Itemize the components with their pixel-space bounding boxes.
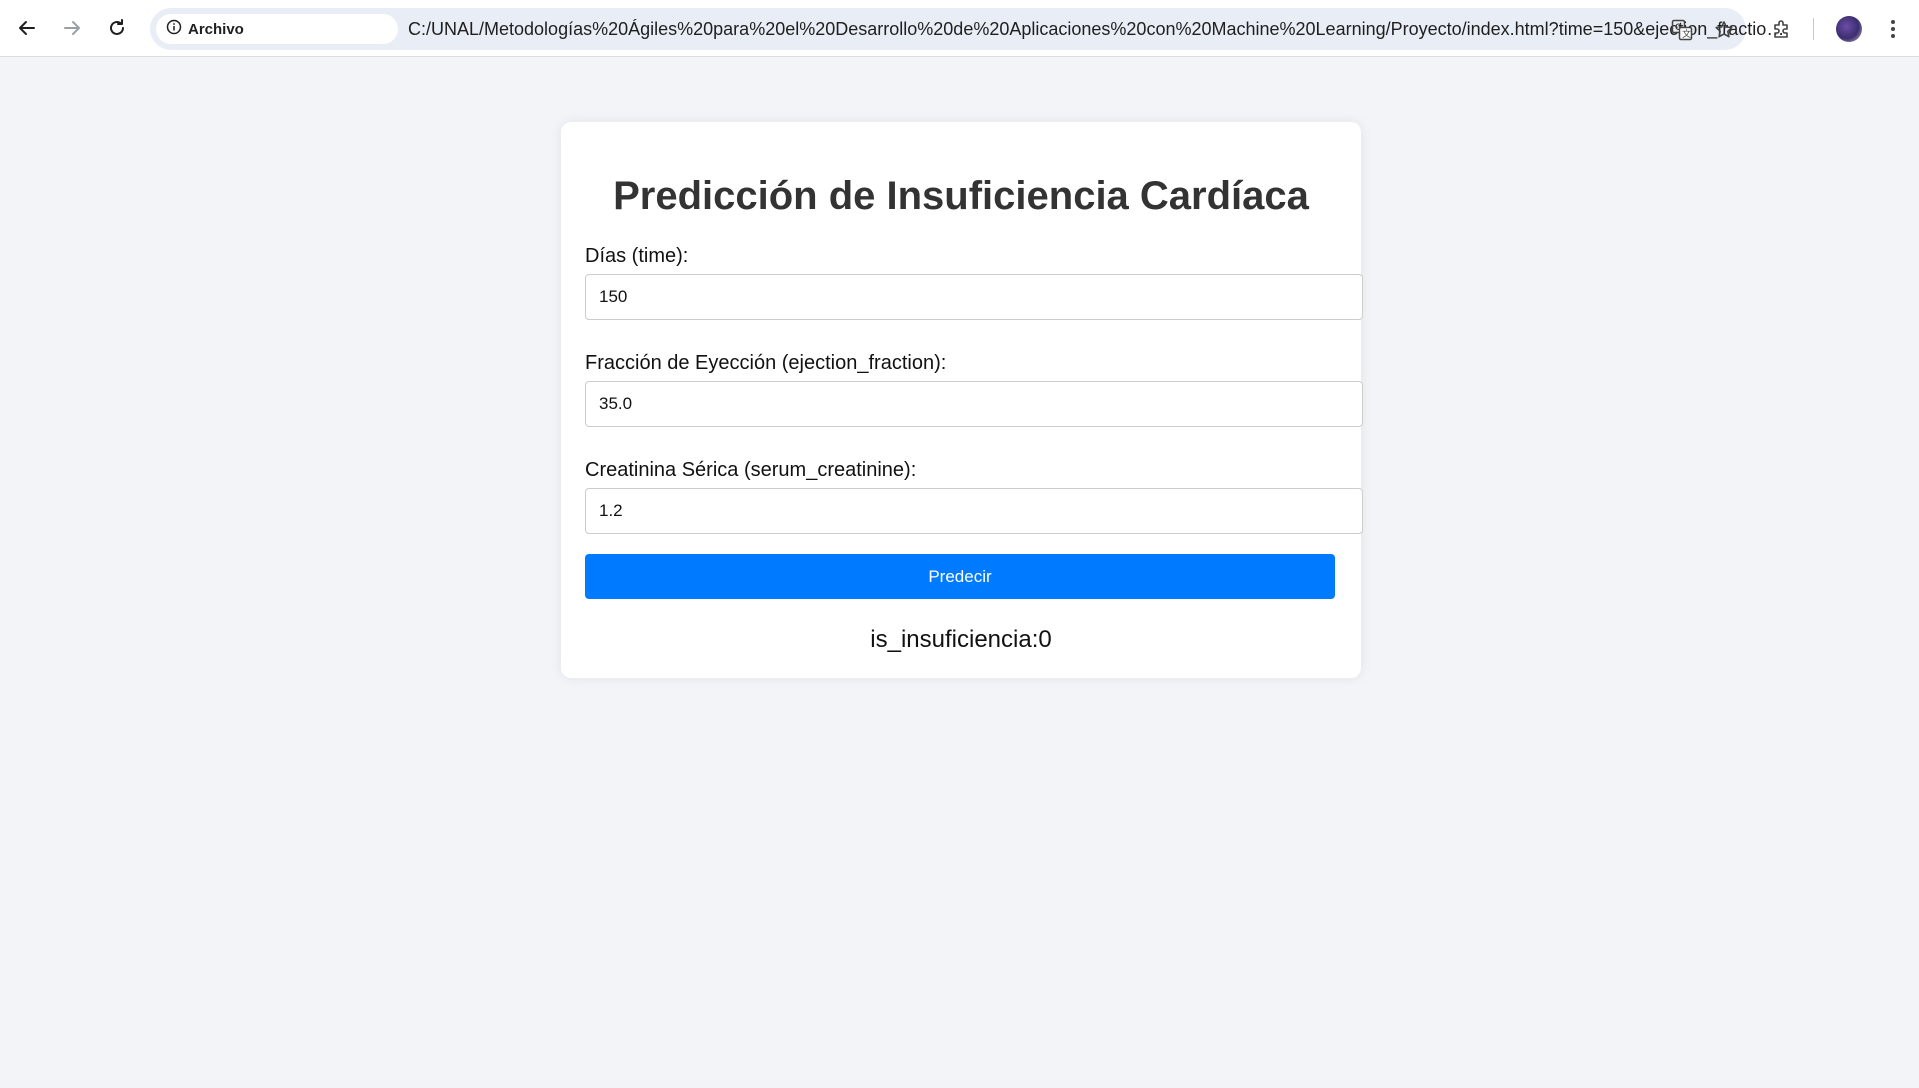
predict-button[interactable]: Predecir — [585, 554, 1335, 599]
url-text[interactable]: C:/UNAL/Metodologías%20Ágiles%20para%20e… — [408, 19, 1794, 40]
avatar[interactable] — [1836, 16, 1862, 42]
reload-icon[interactable] — [99, 10, 135, 46]
site-info-chip[interactable]: Archivo — [156, 14, 398, 44]
forward-arrow-icon[interactable] — [54, 10, 90, 46]
more-vert-icon[interactable] — [1876, 12, 1910, 46]
address-bar[interactable]: Archivo C:/UNAL/Metodologías%20Ágiles%20… — [150, 8, 1794, 50]
toolbar-divider — [1813, 18, 1814, 40]
prediction-result: is_insuficiencia:0 — [870, 626, 1052, 653]
info-icon — [166, 19, 182, 39]
time-input[interactable] — [585, 274, 1363, 320]
star-icon[interactable] — [1710, 16, 1738, 44]
prediction-card: Predicción de Insuficiencia Cardíaca Día… — [561, 122, 1363, 678]
translate-icon[interactable]: G文 — [1668, 16, 1696, 44]
page-title: Predicción de Insuficiencia Cardíaca — [613, 174, 1309, 218]
ejection-fraction-input[interactable] — [585, 381, 1363, 427]
ejection-fraction-label: Fracción de Eyección (ejection_fraction)… — [585, 352, 947, 374]
security-label: Archivo — [188, 20, 244, 38]
time-label: Días (time): — [585, 245, 689, 267]
browser-toolbar: Archivo C:/UNAL/Metodologías%20Ágiles%20… — [0, 0, 1919, 57]
extensions-icon[interactable] — [1765, 12, 1799, 46]
serum-creatinine-input[interactable] — [585, 488, 1363, 534]
serum-creatinine-label: Creatinina Sérica (serum_creatinine): — [585, 459, 917, 481]
svg-text:文: 文 — [1682, 28, 1691, 39]
back-arrow-icon[interactable] — [9, 10, 45, 46]
